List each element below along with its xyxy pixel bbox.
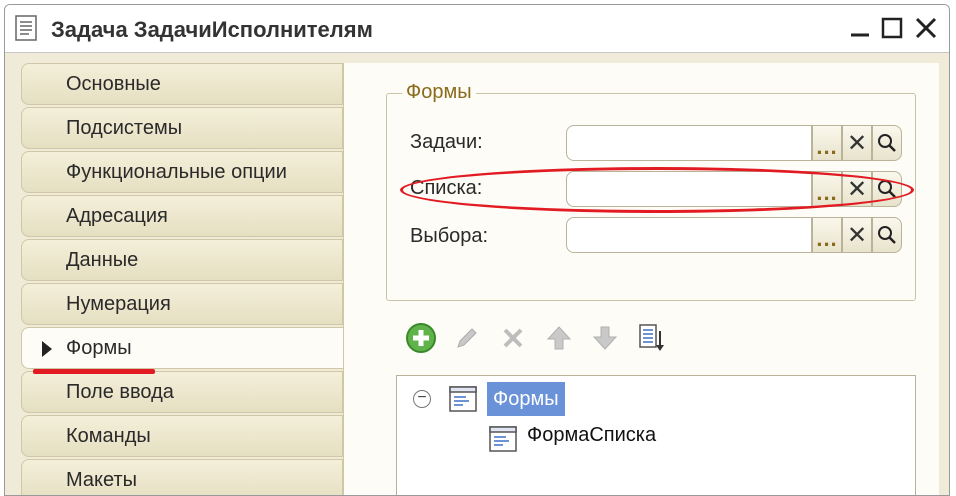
move-up-button[interactable] <box>542 321 576 355</box>
sidebar-item-label: Подсистемы <box>66 117 183 139</box>
list-form-input[interactable] <box>566 171 812 207</box>
tasks-clear-button[interactable]: ✕ <box>842 125 872 161</box>
tasks-form-label: Задачи: <box>410 131 483 153</box>
forms-tree[interactable]: − Формы ФормаСписка <box>396 375 916 495</box>
minimize-button[interactable] <box>845 13 875 43</box>
add-icon <box>406 323 436 353</box>
ellipsis-icon: ... <box>816 134 838 159</box>
sidebar-item-label: Адресация <box>66 205 168 227</box>
close-window-button[interactable] <box>911 13 941 43</box>
object-editor-window: Задача ЗадачиИсполнителям Основные Подси… <box>4 4 950 496</box>
tasks-select-button[interactable]: ... <box>812 125 842 161</box>
choice-clear-button[interactable]: ✕ <box>842 217 872 253</box>
clear-icon: ✕ <box>846 129 868 157</box>
form-icon <box>489 426 517 452</box>
clear-icon: ✕ <box>846 221 868 249</box>
magnifier-icon <box>878 226 896 244</box>
close-icon <box>915 17 937 39</box>
delete-icon <box>503 328 523 348</box>
ellipsis-icon: ... <box>816 180 838 205</box>
list-form-label: Списка: <box>410 177 483 199</box>
sidebar-item-main[interactable]: Основные <box>21 63 343 105</box>
edit-icon <box>457 328 477 348</box>
highlight-underline <box>33 369 155 374</box>
move-down-button[interactable] <box>588 321 622 355</box>
sidebar-item-label: Макеты <box>66 469 137 491</box>
sort-list-icon <box>639 324 664 351</box>
list-open-button[interactable] <box>872 171 902 207</box>
magnifier-icon <box>878 134 896 152</box>
tree-item-list-form[interactable]: ФормаСписка <box>527 424 656 447</box>
document-icon <box>15 15 37 41</box>
move-down-icon <box>592 326 618 350</box>
sidebar-item-functional-options[interactable]: Функциональные опции <box>21 151 343 193</box>
collapse-toggle[interactable]: − <box>413 390 431 408</box>
delete-button[interactable] <box>496 321 530 355</box>
sidebar-item-label: Команды <box>66 425 151 447</box>
sections-sidebar: Основные Подсистемы Функциональные опции… <box>21 63 345 495</box>
tasks-open-button[interactable] <box>872 125 902 161</box>
title-bar: Задача ЗадачиИсполнителям <box>5 5 949 53</box>
sidebar-item-subsystems[interactable]: Подсистемы <box>21 107 343 149</box>
tasks-form-input[interactable] <box>566 125 812 161</box>
forms-group-legend: Формы <box>402 81 476 104</box>
sidebar-item-numbering[interactable]: Нумерация <box>21 283 343 325</box>
sidebar-item-label: Функциональные опции <box>66 161 287 183</box>
sort-list-button[interactable] <box>634 321 668 355</box>
minimize-icon <box>851 33 869 37</box>
sidebar-item-forms[interactable]: Формы <box>21 327 345 369</box>
window-title: Задача ЗадачиИсполнителям <box>51 17 373 42</box>
sidebar-item-label: Нумерация <box>66 293 171 315</box>
maximize-button[interactable] <box>877 13 907 43</box>
ellipsis-icon: ... <box>816 226 838 251</box>
forms-panel: Формы Задачи: ... ✕ Списка: ... ✕ Выбора… <box>343 63 939 495</box>
sidebar-item-input-field[interactable]: Поле ввода <box>21 371 343 413</box>
sidebar-item-commands[interactable]: Команды <box>21 415 343 457</box>
sidebar-item-label: Основные <box>66 73 161 95</box>
sidebar-item-label: Поле ввода <box>66 381 174 403</box>
magnifier-icon <box>878 180 896 198</box>
add-button[interactable] <box>404 321 438 355</box>
choice-open-button[interactable] <box>872 217 902 253</box>
move-up-icon <box>546 326 572 350</box>
sidebar-item-addressing[interactable]: Адресация <box>21 195 343 237</box>
tree-root-forms[interactable]: Формы <box>487 382 565 416</box>
list-clear-button[interactable]: ✕ <box>842 171 872 207</box>
form-icon <box>449 386 477 412</box>
active-arrow-icon <box>42 341 52 357</box>
choice-form-label: Выбора: <box>410 225 489 247</box>
sidebar-item-label: Формы <box>66 337 132 359</box>
sidebar-item-label: Данные <box>66 249 139 271</box>
choice-form-input[interactable] <box>566 217 812 253</box>
sidebar-item-data[interactable]: Данные <box>21 239 343 281</box>
maximize-icon <box>881 17 903 39</box>
clear-icon: ✕ <box>846 175 868 203</box>
sidebar-item-templates[interactable]: Макеты <box>21 459 343 495</box>
choice-select-button[interactable]: ... <box>812 217 842 253</box>
edit-button[interactable] <box>450 321 484 355</box>
list-select-button[interactable]: ... <box>812 171 842 207</box>
